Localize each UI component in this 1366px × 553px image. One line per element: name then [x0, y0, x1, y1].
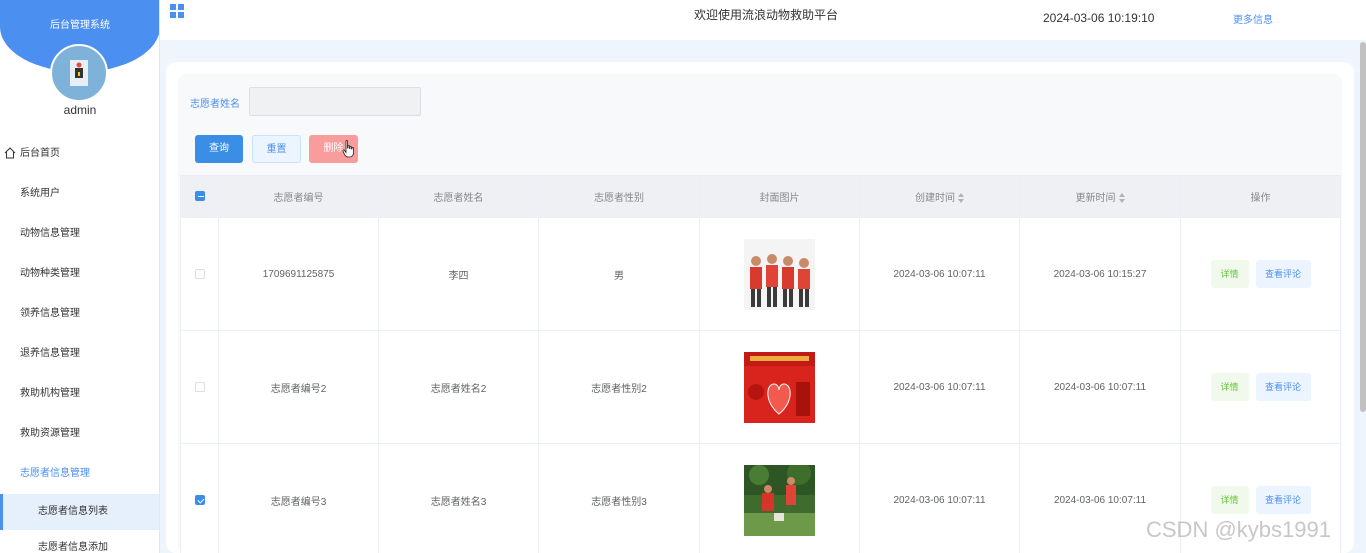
- sort-icon[interactable]: [1118, 193, 1125, 204]
- sidebar-item-volunteer[interactable]: 志愿者信息管理: [0, 454, 159, 494]
- cell-cover: [699, 217, 860, 331]
- cell-name: 李四: [378, 217, 539, 331]
- view-comments-button[interactable]: 查看评论: [1255, 260, 1311, 288]
- row-select-cell[interactable]: [180, 330, 219, 444]
- header-volunteer-id: 志愿者编号: [218, 175, 379, 218]
- cell-created: 2024-03-06 10:07:11: [859, 217, 1020, 331]
- cell-updated: 2024-03-06 10:07:11: [1019, 330, 1181, 444]
- top-bar: 欢迎使用流浪动物救助平台 2024-03-06 10:19:10 更多信息: [160, 0, 1366, 40]
- grid-menu-icon[interactable]: [170, 4, 184, 18]
- volunteer-name-input[interactable]: [249, 87, 421, 116]
- hand-cursor-icon: [342, 140, 354, 158]
- avatar[interactable]: [50, 44, 108, 102]
- header-label: 创建时间: [915, 193, 955, 204]
- cover-image-event[interactable]: [744, 351, 815, 423]
- select-all-checkbox[interactable]: [194, 191, 205, 202]
- cover-image-outdoor[interactable]: [744, 464, 815, 536]
- watermark: CSDN @kybs1991: [1146, 517, 1331, 542]
- content-card: 志愿者姓名 查询 重置 删除 志愿者编号 志愿者姓名 志愿者性别 封面图片 创建…: [178, 74, 1342, 553]
- cell-id: 志愿者编号2: [218, 330, 379, 444]
- detail-button[interactable]: 详情: [1210, 486, 1249, 514]
- sidebar: 后台管理系统 admin 后台首页 系统用户 动物信息管理 动物种类管理 领养信…: [0, 0, 160, 553]
- cell-actions: 详情 查看评论: [1180, 330, 1341, 444]
- cell-gender: 志愿者性别2: [538, 330, 700, 444]
- cell-name: 志愿者姓名2: [378, 330, 539, 444]
- sidebar-item-rescue-resource[interactable]: 救助资源管理: [0, 414, 159, 454]
- sidebar-subitem-volunteer-list[interactable]: 志愿者信息列表: [0, 494, 159, 530]
- cell-updated: 2024-03-06 10:15:27: [1019, 217, 1181, 331]
- cover-image-volunteers[interactable]: [744, 238, 815, 310]
- header-actions: 操作: [1180, 175, 1341, 218]
- cell-name: 志愿者姓名3: [378, 443, 539, 553]
- detail-button[interactable]: 详情: [1210, 260, 1249, 288]
- table-row: 志愿者编号2 志愿者姓名2 志愿者性别2 2024-03-06 10:07:11…: [180, 330, 1341, 444]
- view-comments-button[interactable]: 查看评论: [1255, 373, 1311, 401]
- system-title: 后台管理系统: [50, 20, 110, 31]
- sidebar-item-rescue-org[interactable]: 救助机构管理: [0, 374, 159, 414]
- cell-cover: [699, 330, 860, 444]
- current-datetime: 2024-03-06 10:19:10: [1043, 11, 1155, 25]
- cell-actions: 详情 查看评论: [1180, 217, 1341, 331]
- header-label: 更新时间: [1075, 193, 1116, 204]
- detail-button[interactable]: 详情: [1210, 373, 1249, 401]
- header-updated-time[interactable]: 更新时间: [1019, 175, 1181, 218]
- header-created-time[interactable]: 创建时间: [859, 175, 1020, 218]
- sidebar-item-animal-info[interactable]: 动物信息管理: [0, 214, 159, 254]
- sidebar-item-label: 后台首页: [20, 148, 60, 159]
- page-title: 欢迎使用流浪动物救助平台: [694, 8, 839, 22]
- header-cover-image: 封面图片: [699, 175, 860, 218]
- view-comments-button[interactable]: 查看评论: [1255, 486, 1311, 514]
- row-checkbox-checked[interactable]: [194, 494, 205, 505]
- sort-icon[interactable]: [958, 193, 964, 204]
- cell-gender: 志愿者性别3: [538, 443, 700, 553]
- table-row: 1709691125875 李四 男 2024-03-06 10:07:11 2…: [180, 217, 1341, 331]
- header-volunteer-name: 志愿者姓名: [378, 175, 539, 218]
- cell-created: 2024-03-06 10:07:11: [859, 330, 1020, 444]
- sidebar-item-system-users[interactable]: 系统用户: [0, 174, 159, 214]
- cell-gender: 男: [538, 217, 700, 331]
- username: admin: [63, 103, 97, 117]
- sidebar-menu: 后台首页 系统用户 动物信息管理 动物种类管理 领养信息管理 退养信息管理 救助…: [0, 134, 159, 553]
- sidebar-item-adoption[interactable]: 领养信息管理: [0, 294, 159, 334]
- query-button[interactable]: 查询: [195, 135, 243, 163]
- sidebar-item-home[interactable]: 后台首页: [0, 134, 159, 174]
- row-select-cell[interactable]: [180, 443, 219, 553]
- search-label: 志愿者姓名: [190, 99, 240, 110]
- volunteer-table: 志愿者编号 志愿者姓名 志愿者性别 封面图片 创建时间 更新时间 操作 1709…: [180, 175, 1341, 553]
- sidebar-subitem-volunteer-add[interactable]: 志愿者信息添加: [0, 530, 159, 553]
- header-select-all[interactable]: [180, 175, 219, 218]
- row-checkbox[interactable]: [194, 381, 205, 392]
- sidebar-item-return[interactable]: 退养信息管理: [0, 334, 159, 374]
- home-icon: [4, 147, 16, 159]
- main-content: 志愿者姓名 查询 重置 删除 志愿者编号 志愿者姓名 志愿者性别 封面图片 创建…: [166, 62, 1354, 553]
- cell-id: 志愿者编号3: [218, 443, 379, 553]
- page-scrollbar[interactable]: [1360, 42, 1366, 412]
- sidebar-item-animal-types[interactable]: 动物种类管理: [0, 254, 159, 294]
- more-info-link[interactable]: 更多信息: [1233, 11, 1273, 26]
- lock-door-icon: [70, 60, 88, 86]
- table-header-row: 志愿者编号 志愿者姓名 志愿者性别 封面图片 创建时间 更新时间 操作: [180, 175, 1341, 218]
- header-volunteer-gender: 志愿者性别: [538, 175, 700, 218]
- row-select-cell[interactable]: [180, 217, 219, 331]
- reset-button[interactable]: 重置: [252, 135, 301, 163]
- row-checkbox[interactable]: [194, 268, 205, 279]
- cell-cover: [699, 443, 860, 553]
- cell-id: 1709691125875: [218, 217, 379, 331]
- cell-created: 2024-03-06 10:07:11: [859, 443, 1020, 553]
